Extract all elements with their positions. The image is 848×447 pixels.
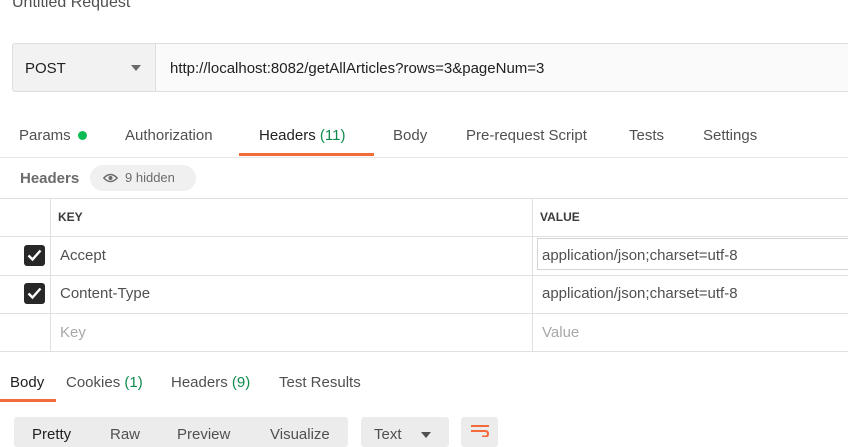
tab-params[interactable]: Params bbox=[19, 127, 71, 144]
response-tab-body[interactable]: Body bbox=[10, 374, 44, 391]
header-key[interactable]: Accept bbox=[60, 247, 106, 264]
request-title[interactable]: Untitled Request bbox=[12, 0, 130, 12]
hidden-headers-count[interactable]: 9 hidden bbox=[125, 170, 175, 185]
table-border-top bbox=[0, 198, 848, 199]
active-tab-indicator bbox=[239, 153, 374, 156]
new-key-input[interactable]: Key bbox=[60, 324, 86, 341]
headers-section-label: Headers bbox=[20, 170, 80, 187]
check-icon bbox=[27, 249, 42, 262]
params-indicator-dot bbox=[78, 131, 87, 140]
row-checkbox[interactable] bbox=[24, 245, 45, 266]
column-divider bbox=[532, 198, 533, 352]
format-preview-button[interactable]: Preview bbox=[177, 426, 230, 443]
header-key[interactable]: Content-Type bbox=[60, 285, 150, 302]
format-pretty-button[interactable]: Pretty bbox=[32, 426, 71, 443]
tab-prerequest-script[interactable]: Pre-request Script bbox=[466, 127, 587, 144]
tab-headers[interactable]: Headers (11) bbox=[259, 127, 345, 144]
tab-headers-label: Headers bbox=[259, 127, 316, 144]
row-divider bbox=[0, 313, 848, 314]
tab-tests[interactable]: Tests bbox=[629, 127, 664, 144]
chevron-down-icon[interactable] bbox=[131, 65, 141, 71]
url-text[interactable]: http://localhost:8082/getAllArticles?row… bbox=[170, 60, 544, 77]
response-tab-cookies-count: (1) bbox=[124, 374, 143, 391]
table-border-bottom bbox=[0, 351, 848, 352]
tab-settings[interactable]: Settings bbox=[703, 127, 757, 144]
response-tab-cookies-label: Cookies bbox=[66, 374, 121, 391]
column-divider bbox=[50, 198, 51, 352]
row-checkbox[interactable] bbox=[24, 283, 45, 304]
response-tab-headers-label: Headers bbox=[171, 374, 228, 391]
row-divider bbox=[0, 275, 848, 276]
wrap-lines-icon[interactable] bbox=[470, 424, 490, 437]
chevron-down-icon[interactable] bbox=[421, 432, 431, 438]
tab-authorization[interactable]: Authorization bbox=[125, 127, 213, 144]
tabs-divider bbox=[0, 157, 848, 158]
method-label[interactable]: POST bbox=[25, 60, 66, 77]
response-tab-headers-count: (9) bbox=[231, 374, 251, 391]
tab-headers-count: (11) bbox=[319, 127, 346, 144]
column-header-value: VALUE bbox=[540, 210, 580, 224]
row-divider bbox=[0, 236, 848, 237]
active-response-tab-indicator bbox=[0, 399, 56, 402]
format-raw-button[interactable]: Raw bbox=[110, 426, 140, 443]
check-icon bbox=[27, 287, 42, 300]
header-value[interactable]: application/json;charset=utf-8 bbox=[542, 247, 738, 264]
headers-table: KEY VALUE Accept application/json;charse… bbox=[0, 198, 848, 352]
column-header-key: KEY bbox=[58, 210, 83, 224]
response-tab-test-results[interactable]: Test Results bbox=[279, 374, 361, 391]
language-select-label[interactable]: Text bbox=[374, 426, 402, 443]
response-tab-cookies[interactable]: Cookies (1) bbox=[66, 374, 143, 391]
tab-params-label: Params bbox=[19, 127, 71, 144]
new-value-input[interactable]: Value bbox=[542, 324, 579, 341]
header-value[interactable]: application/json;charset=utf-8 bbox=[542, 285, 738, 302]
tab-body[interactable]: Body bbox=[393, 127, 427, 144]
eye-icon[interactable] bbox=[103, 173, 118, 183]
response-tab-headers[interactable]: Headers (9) bbox=[171, 374, 250, 391]
format-visualize-button[interactable]: Visualize bbox=[270, 426, 330, 443]
